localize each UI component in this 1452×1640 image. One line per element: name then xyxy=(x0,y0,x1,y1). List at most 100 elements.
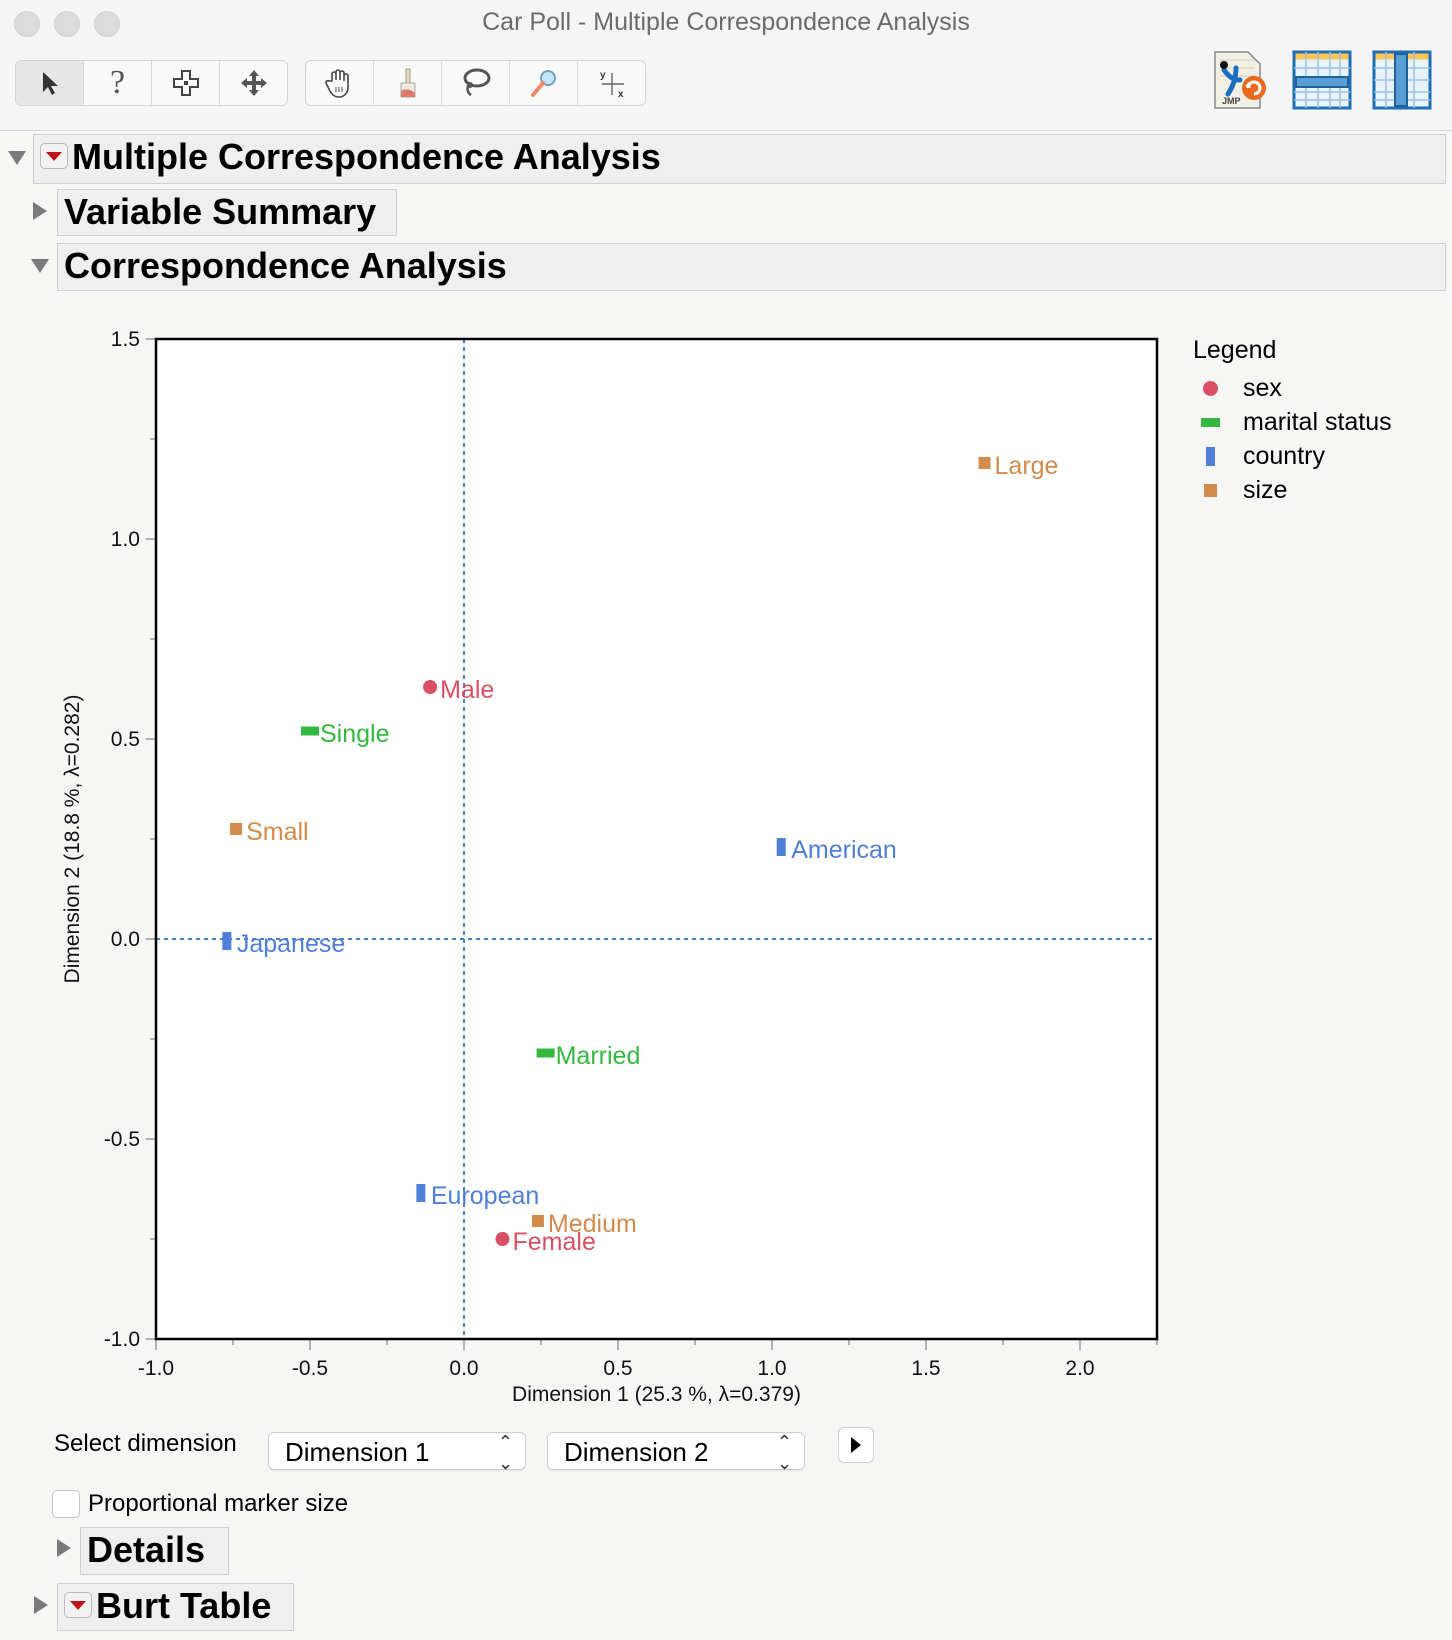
column-table-button[interactable] xyxy=(1372,50,1432,110)
svg-text:JMP: JMP xyxy=(1222,96,1241,106)
square-marker xyxy=(230,823,243,835)
main-report-header: Multiple Correspondence Analysis xyxy=(33,134,1446,184)
hbar-marker xyxy=(301,726,319,736)
window-titlebar: Car Poll - Multiple Correspondence Analy… xyxy=(0,0,1452,131)
point-label: European xyxy=(431,1182,539,1210)
correspondence-analysis-title: Correspondence Analysis xyxy=(64,245,507,286)
magnifier-tool-button[interactable] xyxy=(510,61,578,105)
details-title: Details xyxy=(87,1529,206,1570)
row-table-button[interactable] xyxy=(1292,50,1352,110)
data-point-european: European xyxy=(416,1182,539,1210)
data-point-american: American xyxy=(776,836,897,864)
burt-table-red-triangle-menu-icon[interactable] xyxy=(64,1592,92,1619)
lasso-tool-button[interactable] xyxy=(442,61,510,105)
select-chevrons-icon: ⌃ ⌃ xyxy=(497,1432,513,1473)
y-tick-label: 0.0 xyxy=(111,928,140,951)
main-report-title: Multiple Correspondence Analysis xyxy=(72,136,661,177)
crosshair-tool-button[interactable]: yx xyxy=(578,61,645,105)
x-tick-label: -1.0 xyxy=(138,1357,174,1380)
point-label: Single xyxy=(320,720,390,748)
point-label: Medium xyxy=(548,1210,637,1238)
circle-marker-icon xyxy=(1197,380,1223,396)
y-tick-label: 0.5 xyxy=(111,728,140,751)
hbar-marker-icon xyxy=(1197,417,1223,427)
legend-item-country[interactable]: country xyxy=(1193,439,1392,473)
proportional-marker-size-label: Proportional marker size xyxy=(88,1490,349,1517)
svg-text:x: x xyxy=(618,89,624,99)
scroller-tool-button[interactable] xyxy=(220,61,287,105)
brush-tool-button[interactable] xyxy=(374,61,442,105)
svg-text:y: y xyxy=(600,70,606,81)
square-marker-icon xyxy=(1197,483,1223,497)
circle-marker xyxy=(495,1232,510,1246)
dimension-x-value: Dimension 1 xyxy=(285,1437,430,1467)
burt-table-header[interactable]: Burt Table xyxy=(57,1583,294,1631)
point-label: Married xyxy=(556,1042,641,1070)
dimension-y-value: Dimension 2 xyxy=(564,1437,709,1467)
data-point-japanese: Japanese xyxy=(222,930,345,958)
magnifier-tool-icon xyxy=(530,70,556,97)
arrow-tool-button[interactable] xyxy=(16,61,84,105)
legend-title: Legend xyxy=(1193,336,1277,364)
details-disclosure-icon[interactable] xyxy=(57,1539,71,1557)
columns-table-icon xyxy=(1372,50,1432,110)
square-marker xyxy=(978,457,991,469)
vbar-marker-icon xyxy=(1197,446,1223,466)
point-label: Large xyxy=(995,452,1059,480)
y-axis-label: Dimension 2 (18.8 %, λ=0.282) xyxy=(61,695,84,984)
arrow-tool-icon xyxy=(42,72,58,95)
main-report-disclosure-icon[interactable] xyxy=(8,151,26,165)
y-tick-label: 1.5 xyxy=(111,328,140,351)
variable-summary-disclosure-icon[interactable] xyxy=(33,202,47,220)
jmp-data-table-icon: JMP xyxy=(1214,51,1266,109)
square-marker xyxy=(531,1215,544,1227)
window-title: Car Poll - Multiple Correspondence Analy… xyxy=(482,8,970,36)
point-label: American xyxy=(791,836,897,864)
legend-label: marital status xyxy=(1243,407,1392,436)
legend-label: size xyxy=(1243,475,1288,504)
rows-table-icon xyxy=(1292,50,1352,110)
x-tick-label: 0.0 xyxy=(449,1357,478,1380)
selection-tool-icon xyxy=(172,70,199,96)
select-chevrons-icon: ⌃ ⌃ xyxy=(776,1432,792,1473)
help-tool-button[interactable]: ? xyxy=(84,61,152,105)
point-label: Male xyxy=(440,676,494,704)
help-tool-icon: ? xyxy=(109,64,126,101)
data-point-medium: Medium xyxy=(531,1210,637,1238)
variable-summary-title: Variable Summary xyxy=(64,191,377,232)
legend-item-marital-status[interactable]: marital status xyxy=(1193,405,1392,439)
right-arrow-icon xyxy=(851,1437,861,1453)
dimension-y-select[interactable]: Dimension 2 ⌃ ⌃ xyxy=(547,1432,805,1473)
variable-summary-header[interactable]: Variable Summary xyxy=(57,189,397,236)
proportional-marker-size-checkbox[interactable] xyxy=(52,1490,80,1518)
lasso-tool-icon xyxy=(463,68,490,97)
legend-label: country xyxy=(1243,441,1325,470)
brush-tool-icon xyxy=(400,68,415,98)
vbar-marker xyxy=(776,838,786,856)
burt-table-title: Burt Table xyxy=(96,1585,272,1626)
y-tick-label: 1.0 xyxy=(111,528,140,551)
legend-item-size[interactable]: size xyxy=(1193,473,1392,507)
selection-tool-button[interactable] xyxy=(152,61,220,105)
x-tick-label: 2.0 xyxy=(1065,1357,1094,1380)
dimension-x-select[interactable]: Dimension 1 ⌃ ⌃ xyxy=(268,1432,526,1473)
circle-marker xyxy=(423,680,438,694)
x-tick-label: 1.0 xyxy=(757,1357,786,1380)
x-tick-label: -0.5 xyxy=(292,1357,328,1380)
vbar-marker xyxy=(222,932,232,950)
details-header[interactable]: Details xyxy=(80,1527,229,1575)
vbar-marker xyxy=(416,1184,426,1202)
burt-table-disclosure-icon[interactable] xyxy=(34,1596,48,1614)
correspondence-analysis-disclosure-icon[interactable] xyxy=(31,259,49,273)
toolbar-group-navigation: ? xyxy=(15,60,288,106)
legend-item-sex[interactable]: sex xyxy=(1193,371,1392,405)
point-label: Small xyxy=(246,818,309,846)
select-dimension-label: Select dimension xyxy=(54,1430,237,1457)
apply-dimensions-button[interactable] xyxy=(838,1427,874,1463)
jmp-data-table-button[interactable]: JMP xyxy=(1210,50,1270,110)
main-report-red-triangle-menu-icon[interactable] xyxy=(40,143,68,170)
grabber-hand-icon xyxy=(324,69,349,98)
grabber-tool-button[interactable] xyxy=(306,61,374,105)
x-tick-label: 0.5 xyxy=(603,1357,632,1380)
x-axis-label: Dimension 1 (25.3 %, λ=0.379) xyxy=(512,1383,801,1406)
